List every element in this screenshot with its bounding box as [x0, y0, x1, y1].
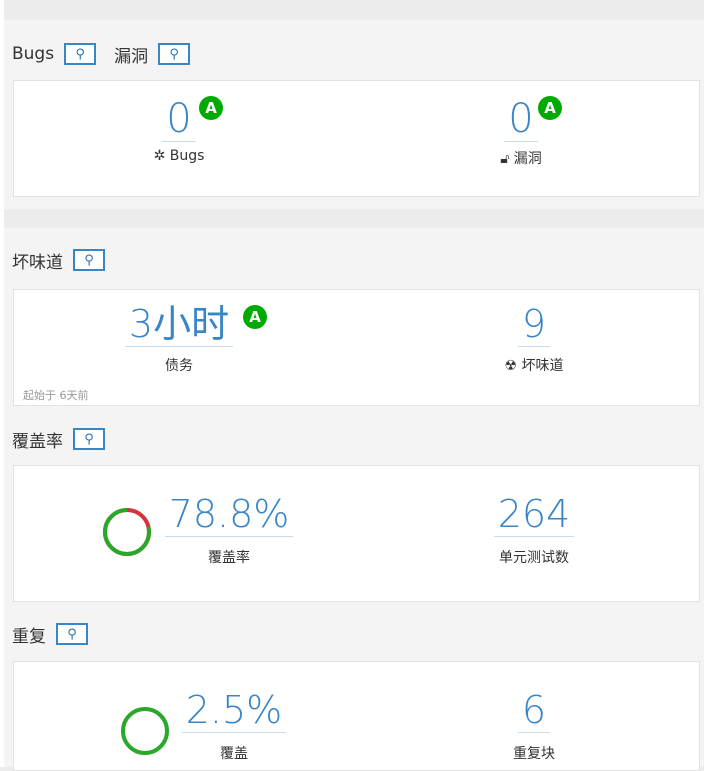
duplications-label: 覆盖 — [220, 745, 248, 762]
tests-value[interactable]: 264 — [493, 493, 575, 537]
duplications-value[interactable]: 2.5% — [181, 689, 287, 733]
key-button[interactable]: ⚲ — [56, 623, 88, 645]
bug-icon: ✲ — [153, 148, 166, 164]
vulnerabilities-caption: 🔓︎ 漏洞 — [486, 148, 556, 168]
smells-value[interactable]: 9 — [517, 303, 551, 347]
key-icon: ⚲ — [67, 626, 77, 642]
tests-label: 单元测试数 — [499, 549, 569, 566]
coverage-label: 覆盖率 — [208, 549, 250, 566]
debt-grade-badge[interactable]: A — [243, 305, 267, 329]
duplications-card: 2.5% 覆盖 6 重复块 — [13, 661, 700, 771]
since-text: 起始于 6天前 — [23, 389, 89, 402]
duplications-metric[interactable]: 2.5% 覆盖 — [179, 689, 289, 763]
coverage-card: 78.8% 覆盖率 264 单元测试数 — [13, 465, 700, 602]
key-button[interactable]: ⚲ — [73, 428, 105, 450]
coverage-title: 覆盖率 — [12, 431, 63, 452]
smells-metric[interactable]: 9 ☢ 坏味道 — [484, 303, 584, 375]
debt-value[interactable]: 3小时 — [124, 303, 234, 347]
debt-metric[interactable]: 3小时 债务 — [109, 303, 249, 375]
coverage-section-header: 覆盖率 ⚲ — [4, 423, 704, 455]
bugs-title: Bugs — [12, 44, 55, 64]
vulnerabilities-value[interactable]: 0 — [504, 97, 538, 142]
vulnerabilities-grade-badge[interactable]: A — [538, 96, 562, 120]
duplicated-blocks-value[interactable]: 6 — [517, 689, 551, 733]
duplicated-blocks-label: 重复块 — [513, 745, 555, 762]
bugs-card: 0 ✲ Bugs A 0 🔓︎ 漏洞 A — [13, 80, 700, 197]
tests-metric[interactable]: 264 单元测试数 — [484, 493, 584, 567]
bugs-value[interactable]: 0 — [162, 97, 196, 142]
key-icon: ⚲ — [84, 252, 94, 268]
coverage-value[interactable]: 78.8% — [164, 493, 294, 537]
key-button[interactable]: ⚲ — [73, 249, 105, 271]
key-icon: ⚲ — [169, 46, 179, 62]
bugs-grade-badge[interactable]: A — [199, 96, 223, 120]
smells-caption: ☢ 坏味道 — [484, 355, 584, 375]
duplications-title: 重复 — [12, 626, 46, 647]
duplications-section-header: 重复 ⚲ — [4, 618, 704, 650]
key-button[interactable]: ⚲ — [158, 43, 191, 65]
vulnerabilities-title: 漏洞 — [114, 46, 149, 67]
key-button[interactable]: ⚲ — [64, 43, 97, 65]
radiation-icon: ☢ — [504, 357, 518, 374]
bugs-caption: ✲ Bugs — [144, 148, 214, 164]
coverage-metric[interactable]: 78.8% 覆盖率 — [164, 493, 294, 567]
duplications-ring-circle — [121, 707, 169, 755]
smells-section-header: 坏味道 ⚲ — [4, 244, 704, 276]
key-icon: ⚲ — [84, 431, 94, 447]
duplications-ring[interactable] — [120, 706, 170, 756]
smells-label: 坏味道 — [521, 357, 564, 374]
smells-title: 坏味道 — [12, 252, 63, 273]
bugs-label: Bugs — [169, 148, 205, 164]
smells-card: 3小时 债务 A 9 ☢ 坏味道 起始于 6天前 — [13, 289, 700, 406]
duplicated-blocks-metric[interactable]: 6 重复块 — [484, 689, 584, 763]
coverage-ring[interactable] — [102, 507, 152, 557]
key-icon: ⚲ — [75, 46, 85, 62]
bugs-section-header: Bugs ⚲ 漏洞 ⚲ — [4, 38, 704, 70]
debt-label: 债务 — [165, 357, 193, 374]
vulnerabilities-label: 漏洞 — [513, 151, 542, 167]
lock-open-icon: 🔓︎ — [500, 151, 510, 167]
